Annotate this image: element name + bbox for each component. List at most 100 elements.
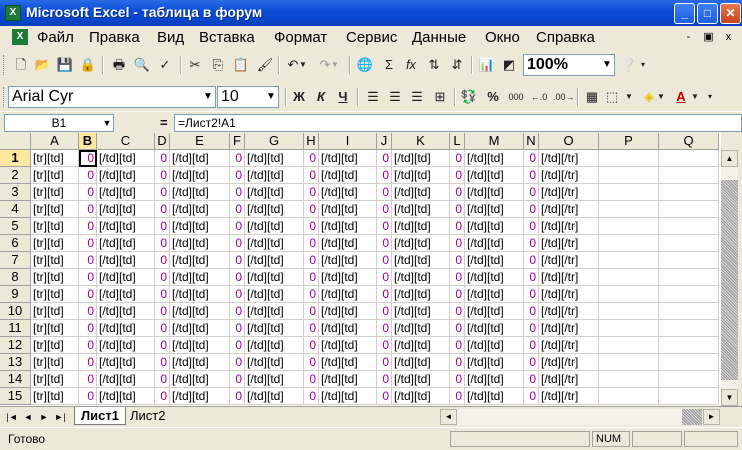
sheet-tab-2[interactable]: Лист2 xyxy=(124,407,171,425)
cell-b2[interactable]: 0 xyxy=(79,167,97,184)
menu-view[interactable]: Вид xyxy=(157,29,184,46)
cell-c14[interactable]: [/td][td] xyxy=(97,371,155,388)
cell-h14[interactable]: 0 xyxy=(304,371,319,388)
maximize-button[interactable]: □ xyxy=(697,3,718,24)
cell-m4[interactable]: [/td][td] xyxy=(465,201,524,218)
cell-a13[interactable]: [tr][td] xyxy=(31,354,79,371)
cell-p13[interactable] xyxy=(599,354,659,371)
cell-h13[interactable]: 0 xyxy=(304,354,319,371)
cell-o3[interactable]: [/td][/tr] xyxy=(539,184,599,201)
cell-k1[interactable]: [/td][td] xyxy=(392,150,450,167)
next-sheet-icon[interactable]: ► xyxy=(38,410,50,424)
cell-o14[interactable]: [/td][/tr] xyxy=(539,371,599,388)
cell-c10[interactable]: [/td][td] xyxy=(97,303,155,320)
column-header-m[interactable]: M xyxy=(465,133,524,150)
cell-d6[interactable]: 0 xyxy=(155,235,170,252)
cell-p7[interactable] xyxy=(599,252,659,269)
cell-q4[interactable] xyxy=(659,201,719,218)
zoom-select[interactable]: 100% ▼ xyxy=(523,54,615,76)
cell-b1[interactable]: 0 xyxy=(79,150,97,167)
menu-help[interactable]: Справка xyxy=(536,29,595,46)
cell-h5[interactable]: 0 xyxy=(304,218,319,235)
chart-wizard-icon[interactable]: 📊 xyxy=(478,56,496,74)
cell-h2[interactable]: 0 xyxy=(304,167,319,184)
cell-l3[interactable]: 0 xyxy=(450,184,465,201)
cell-n8[interactable]: 0 xyxy=(524,269,539,286)
cell-o2[interactable]: [/td][/tr] xyxy=(539,167,599,184)
autosum-icon[interactable]: Σ xyxy=(380,56,398,74)
cell-m9[interactable]: [/td][td] xyxy=(465,286,524,303)
cell-f7[interactable]: 0 xyxy=(230,252,245,269)
align-right-icon[interactable]: ☰ xyxy=(408,88,426,106)
column-header-l[interactable]: L xyxy=(450,133,465,150)
cell-o13[interactable]: [/td][/tr] xyxy=(539,354,599,371)
cell-k5[interactable]: [/td][td] xyxy=(392,218,450,235)
prev-sheet-icon[interactable]: ◄ xyxy=(22,410,34,424)
cell-g4[interactable]: [/td][td] xyxy=(245,201,304,218)
menu-data[interactable]: Данные xyxy=(412,29,466,46)
cell-l5[interactable]: 0 xyxy=(450,218,465,235)
cell-i3[interactable]: [/td][td] xyxy=(319,184,377,201)
cell-k7[interactable]: [/td][td] xyxy=(392,252,450,269)
column-header-q[interactable]: Q xyxy=(659,133,719,150)
cell-i6[interactable]: [/td][td] xyxy=(319,235,377,252)
cell-a12[interactable]: [tr][td] xyxy=(31,337,79,354)
cell-p10[interactable] xyxy=(599,303,659,320)
name-box[interactable]: B1 ▼ xyxy=(4,114,114,132)
cell-d5[interactable]: 0 xyxy=(155,218,170,235)
borders-icon[interactable]: ▦ xyxy=(583,88,601,106)
toolbar-grip[interactable] xyxy=(3,87,7,107)
help-icon[interactable]: ❔ xyxy=(620,56,638,74)
cell-p12[interactable] xyxy=(599,337,659,354)
chevron-down-icon[interactable]: ▼ xyxy=(690,88,700,106)
row-header-9[interactable]: 9 xyxy=(0,286,31,303)
doc-close-button[interactable]: x xyxy=(720,30,737,45)
cell-g12[interactable]: [/td][td] xyxy=(245,337,304,354)
cell-c6[interactable]: [/td][td] xyxy=(97,235,155,252)
cell-d15[interactable]: 0 xyxy=(155,388,170,405)
cell-e4[interactable]: [/td][td] xyxy=(170,201,230,218)
cell-h10[interactable]: 0 xyxy=(304,303,319,320)
cell-o10[interactable]: [/td][/tr] xyxy=(539,303,599,320)
align-left-icon[interactable]: ☰ xyxy=(364,88,382,106)
cell-i1[interactable]: [/td][td] xyxy=(319,150,377,167)
cell-k9[interactable]: [/td][td] xyxy=(392,286,450,303)
cell-k12[interactable]: [/td][td] xyxy=(392,337,450,354)
cell-j14[interactable]: 0 xyxy=(377,371,392,388)
cell-f11[interactable]: 0 xyxy=(230,320,245,337)
close-button[interactable]: ✕ xyxy=(720,3,741,24)
cell-d4[interactable]: 0 xyxy=(155,201,170,218)
cell-q7[interactable] xyxy=(659,252,719,269)
cell-l9[interactable]: 0 xyxy=(450,286,465,303)
column-header-d[interactable]: D xyxy=(155,133,170,150)
align-center-icon[interactable]: ☰ xyxy=(386,88,404,106)
cell-i12[interactable]: [/td][td] xyxy=(319,337,377,354)
cell-a8[interactable]: [tr][td] xyxy=(31,269,79,286)
chevron-down-icon[interactable]: ▼ xyxy=(656,88,666,106)
row-header-7[interactable]: 7 xyxy=(0,252,31,269)
cell-q14[interactable] xyxy=(659,371,719,388)
cell-q15[interactable] xyxy=(659,388,719,405)
cell-e13[interactable]: [/td][td] xyxy=(170,354,230,371)
cell-h8[interactable]: 0 xyxy=(304,269,319,286)
cell-h6[interactable]: 0 xyxy=(304,235,319,252)
cell-p5[interactable] xyxy=(599,218,659,235)
row-header-11[interactable]: 11 xyxy=(0,320,31,337)
row-header-15[interactable]: 15 xyxy=(0,388,31,405)
formula-input[interactable]: =Лист2!A1 xyxy=(174,114,742,132)
cell-n12[interactable]: 0 xyxy=(524,337,539,354)
minimize-button[interactable]: _ xyxy=(674,3,695,24)
cell-n15[interactable]: 0 xyxy=(524,388,539,405)
cell-q6[interactable] xyxy=(659,235,719,252)
cell-d10[interactable]: 0 xyxy=(155,303,170,320)
cell-c2[interactable]: [/td][td] xyxy=(97,167,155,184)
copy-icon[interactable]: ⎘ xyxy=(209,56,227,74)
cell-a4[interactable]: [tr][td] xyxy=(31,201,79,218)
cell-a9[interactable]: [tr][td] xyxy=(31,286,79,303)
column-header-e[interactable]: E xyxy=(170,133,230,150)
cell-b14[interactable]: 0 xyxy=(79,371,97,388)
cell-a11[interactable]: [tr][td] xyxy=(31,320,79,337)
drawing-icon[interactable]: ◩ xyxy=(500,56,518,74)
cell-i7[interactable]: [/td][td] xyxy=(319,252,377,269)
cell-a10[interactable]: [tr][td] xyxy=(31,303,79,320)
